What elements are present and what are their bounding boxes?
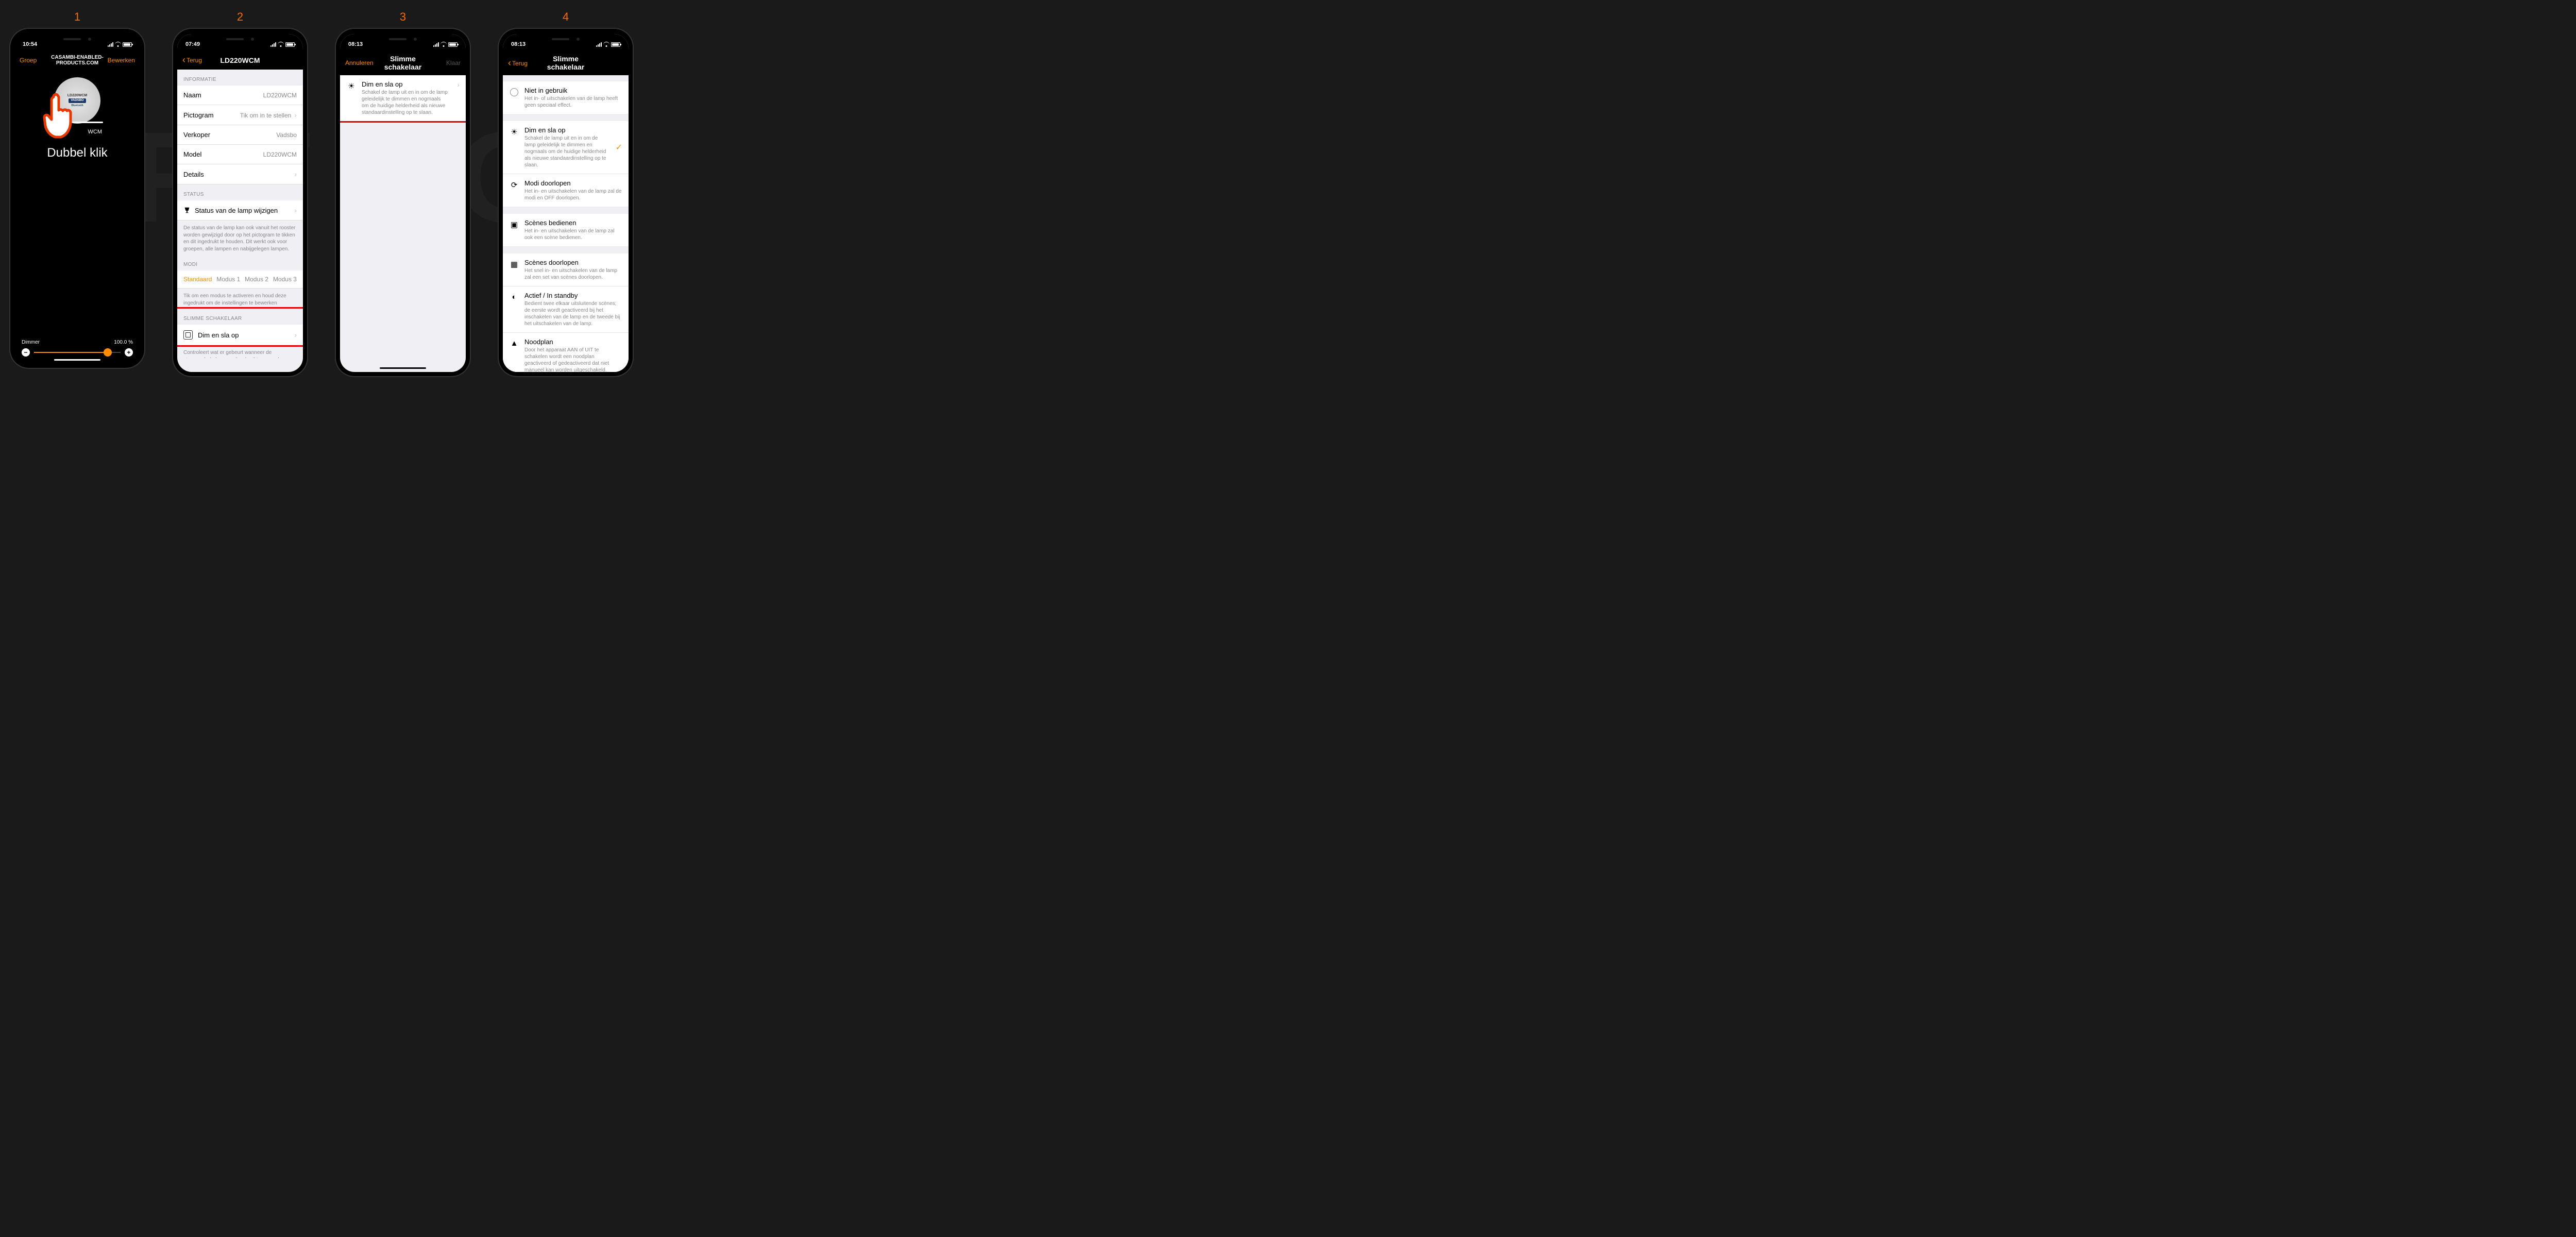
chevron-icon: ›: [294, 331, 297, 339]
radio-icon: [509, 87, 519, 96]
clock: 08:13: [348, 41, 363, 47]
active-icon: ◐: [509, 292, 519, 301]
chevron-icon: ›: [294, 111, 297, 119]
home-indicator[interactable]: [54, 359, 100, 361]
nav-title: CASAMBI-ENABLED-PRODUCTS.COM: [50, 55, 104, 66]
check-icon: ✓: [616, 142, 622, 152]
lamp-icon: [183, 207, 191, 214]
home-indicator[interactable]: [380, 367, 426, 369]
phone-frame-2: 07:49 Terug LD220WCM INFORMATIE NaamLD22…: [173, 29, 307, 376]
device-label: WCM: [88, 129, 103, 135]
scene-icon: ▣: [509, 219, 519, 229]
row-name[interactable]: NaamLD220WCM: [177, 86, 303, 105]
section-header-info: INFORMATIE: [177, 70, 303, 86]
done-button[interactable]: Klaar: [430, 59, 461, 66]
section-header-status: STATUS: [177, 184, 303, 200]
navbar: Terug LD220WCM: [177, 50, 303, 70]
tab-modus3[interactable]: Modus 3: [273, 276, 297, 283]
option-cycle-modes[interactable]: ⟳ Modi doorlopenHet in- en uitschakelen …: [503, 174, 629, 207]
tab-modus1[interactable]: Modus 1: [216, 276, 240, 283]
navbar: Annuleren Slimme schakelaar Klaar: [340, 50, 466, 75]
clock: 07:49: [185, 41, 200, 47]
plus-button[interactable]: +: [125, 348, 133, 357]
sun-icon: ☀: [346, 80, 357, 91]
nav-edit-button[interactable]: Bewerken: [104, 57, 135, 64]
option-cycle-scenes[interactable]: ▦ Scènes doorlopenHet snel in- en uitsch…: [503, 253, 629, 286]
switch-icon: [183, 330, 193, 340]
status-footer: De status van de lamp kan ook vanuit het…: [177, 221, 303, 255]
dimmer-value: 100.0 %: [114, 340, 133, 345]
back-button[interactable]: Terug: [508, 58, 539, 69]
dimmer-label: Dimmer: [22, 340, 40, 345]
modi-footer: Tik om een modus te activeren en houd de…: [177, 289, 303, 309]
option-dim-save[interactable]: ☀ Dim en sla opSchakel de lamp uit en in…: [503, 121, 629, 174]
nav-group-button[interactable]: Groep: [20, 57, 50, 64]
sun-icon: ☀: [509, 126, 519, 137]
option-dim-save[interactable]: ☀ Dim en sla op Schakel de lamp uit en i…: [340, 75, 466, 121]
phone-frame-1: 10:54 Groep CASAMBI-ENABLED-PRODUCTS.COM…: [10, 29, 144, 368]
instruction-text: Dubbel klik: [14, 146, 140, 160]
row-pictogram[interactable]: PictogramTik om in te stellen›: [177, 105, 303, 125]
nav-title: LD220WCM: [213, 56, 267, 64]
clock: 08:13: [511, 41, 526, 47]
highlight-box: SLIMME SCHAKELAAR Dim en sla op ›: [177, 307, 303, 347]
section-header-smart-switch: SLIMME SCHAKELAAR: [177, 309, 303, 325]
navbar: Groep CASAMBI-ENABLED-PRODUCTS.COM Bewer…: [14, 50, 140, 70]
option-not-in-use[interactable]: Niet in gebruikHet in- of uitschakelen v…: [503, 81, 629, 114]
row-smart-switch[interactable]: Dim en sla op ›: [177, 325, 303, 345]
clock: 10:54: [23, 41, 37, 47]
chevron-icon: ›: [294, 206, 297, 214]
option-active-standby[interactable]: ◐ Actief / In standbyBedient twee elkaar…: [503, 286, 629, 333]
cycle-icon: ⟳: [509, 179, 519, 190]
option-control-scenes[interactable]: ▣ Scènes bedienenHet in- en uitschakelen…: [503, 214, 629, 246]
row-details[interactable]: Details›: [177, 164, 303, 184]
dimmer-slider[interactable]: − +: [22, 348, 133, 357]
step-label-1: 1: [74, 10, 80, 24]
scenes-icon: ▦: [509, 259, 519, 269]
phone-frame-4: 08:13 Terug Slimme schakelaar Niet in ge…: [499, 29, 633, 376]
nav-title: Slimme schakelaar: [539, 55, 592, 71]
back-button[interactable]: Terug: [182, 55, 213, 65]
step-label-3: 3: [400, 10, 406, 24]
cancel-button[interactable]: Annuleren: [345, 59, 376, 66]
tap-hand-icon: [38, 93, 84, 147]
navbar: Terug Slimme schakelaar: [503, 50, 629, 75]
mode-tabs[interactable]: Standaard Modus 1 Modus 2 Modus 3: [177, 270, 303, 289]
tab-standaard[interactable]: Standaard: [183, 276, 212, 283]
phone-frame-3: 08:13 Annuleren Slimme schakelaar Klaar …: [336, 29, 470, 376]
smart-switch-footer: Controleert wat er gebeurt wanneer de st…: [177, 345, 303, 358]
step-label-2: 2: [237, 10, 243, 24]
tab-modus2[interactable]: Modus 2: [245, 276, 268, 283]
nav-title: Slimme schakelaar: [376, 55, 430, 71]
option-emergency[interactable]: ▲ NoodplanDoor het apparaat AAN of UIT t…: [503, 333, 629, 372]
chevron-icon: ›: [294, 170, 297, 178]
row-model[interactable]: ModelLD220WCM: [177, 145, 303, 164]
row-lamp-status[interactable]: Status van de lamp wijzigen ›: [177, 200, 303, 221]
alert-icon: ▲: [509, 338, 519, 348]
highlight-box: ☀ Dim en sla op Schakel de lamp uit en i…: [340, 75, 466, 123]
row-vendor[interactable]: VerkoperVadsbo: [177, 125, 303, 145]
minus-button[interactable]: −: [22, 348, 30, 357]
chevron-icon: ›: [457, 80, 460, 89]
section-header-modi: MODI: [177, 255, 303, 270]
step-label-4: 4: [563, 10, 569, 24]
dimmer-panel: Dimmer 100.0 % − +: [22, 340, 133, 357]
